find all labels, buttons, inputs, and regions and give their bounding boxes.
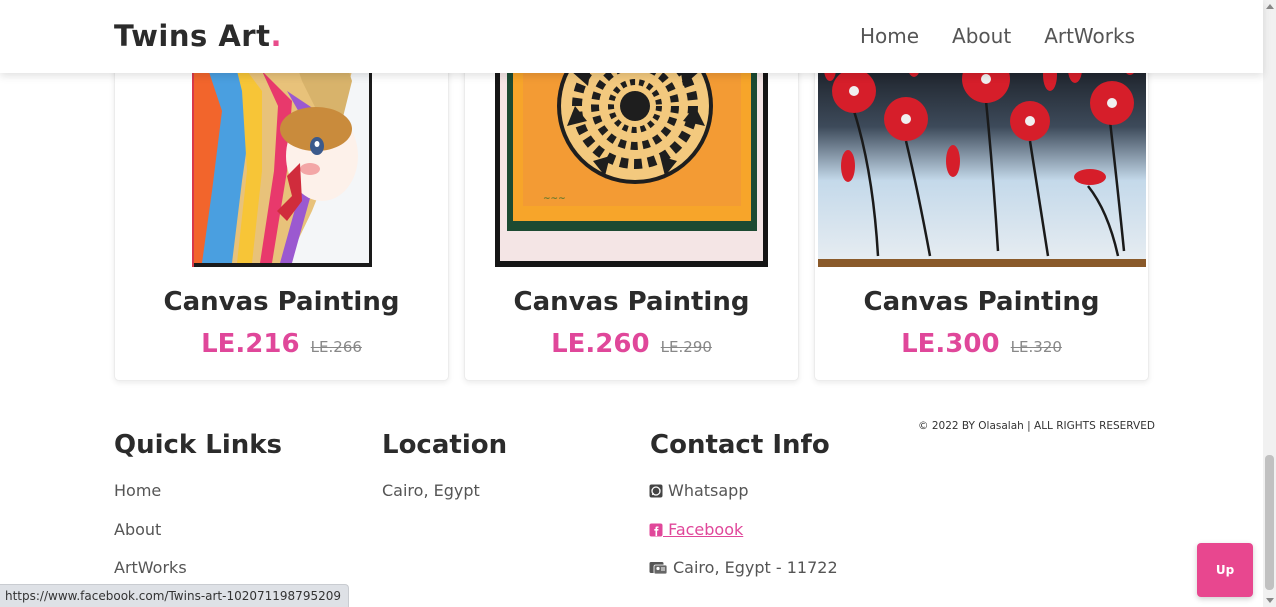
site-header: Twins Art. Home About ArtWorks xyxy=(0,0,1263,73)
feather-headdress-girl-painting xyxy=(192,51,372,267)
card-price: LE.300 LE.320 xyxy=(815,329,1148,359)
product-card[interactable]: Canvas Painting LE.216 LE.266 xyxy=(114,50,449,381)
quick-links-column: Quick Links xyxy=(114,430,282,460)
nav-about[interactable]: About xyxy=(952,24,1011,48)
copyright-text: © 2022 BY Olasalah | ALL RIGHTS RESERVED xyxy=(918,420,1155,432)
current-price: LE.216 xyxy=(201,329,300,359)
whatsapp-icon xyxy=(649,483,663,502)
location-column: Location xyxy=(382,430,507,460)
card-title: Canvas Painting xyxy=(513,287,750,317)
page-scrollbar[interactable] xyxy=(1263,0,1276,607)
scroll-up-arrow-icon[interactable] xyxy=(1266,4,1274,9)
product-card[interactable]: Canvas Painting LE.300 LE.320 xyxy=(814,50,1149,381)
address-text: Cairo, Egypt - 11722 xyxy=(649,558,838,579)
brand-dot: . xyxy=(270,19,282,53)
address-label: Cairo, Egypt - 11722 xyxy=(673,558,838,577)
footer-link-about[interactable]: About xyxy=(114,520,161,539)
product-card[interactable]: ~~~ Canvas Painting LE.260 LE.290 xyxy=(464,50,799,381)
whatsapp-link[interactable]: Whatsapp xyxy=(649,481,749,502)
scroll-up-button[interactable]: Up xyxy=(1197,543,1253,597)
main-nav: Home About ArtWorks xyxy=(860,24,1135,48)
whatsapp-label: Whatsapp xyxy=(668,481,749,500)
contact-heading: Contact Info xyxy=(650,430,830,460)
current-price: LE.260 xyxy=(551,329,650,359)
facebook-link[interactable]: Facebook xyxy=(649,520,743,541)
footer-link-home[interactable]: Home xyxy=(114,481,161,500)
facebook-label: Facebook xyxy=(663,520,744,539)
footer-link-artworks[interactable]: ArtWorks xyxy=(114,558,187,577)
scroll-down-arrow-icon[interactable] xyxy=(1266,598,1274,603)
nav-artworks[interactable]: ArtWorks xyxy=(1044,24,1135,48)
old-price: LE.290 xyxy=(660,338,712,356)
old-price: LE.320 xyxy=(1010,338,1062,356)
location-heading: Location xyxy=(382,430,508,460)
facebook-icon xyxy=(649,522,663,541)
card-price: LE.260 LE.290 xyxy=(465,329,798,359)
old-price: LE.266 xyxy=(310,338,362,356)
site-logo[interactable]: Twins Art. xyxy=(114,19,282,53)
current-price: LE.300 xyxy=(901,329,1000,359)
contact-column: Contact Info xyxy=(650,430,830,460)
nav-home[interactable]: Home xyxy=(860,24,919,48)
scrollbar-thumb[interactable] xyxy=(1265,455,1274,590)
card-title: Canvas Painting xyxy=(163,287,400,317)
svg-text:~~~: ~~~ xyxy=(543,194,566,204)
brand-name: Twins Art xyxy=(114,19,271,53)
geometric-mandala-painting: ~~~ xyxy=(495,51,768,267)
card-title: Canvas Painting xyxy=(863,287,1100,317)
address-card-icon xyxy=(649,560,668,579)
red-poppies-painting xyxy=(818,51,1146,267)
location-text: Cairo, Egypt xyxy=(382,481,480,500)
link-status-bar: https://www.facebook.com/Twins-art-10207… xyxy=(0,584,349,607)
card-price: LE.216 LE.266 xyxy=(115,329,448,359)
quick-links-heading: Quick Links xyxy=(114,430,283,460)
